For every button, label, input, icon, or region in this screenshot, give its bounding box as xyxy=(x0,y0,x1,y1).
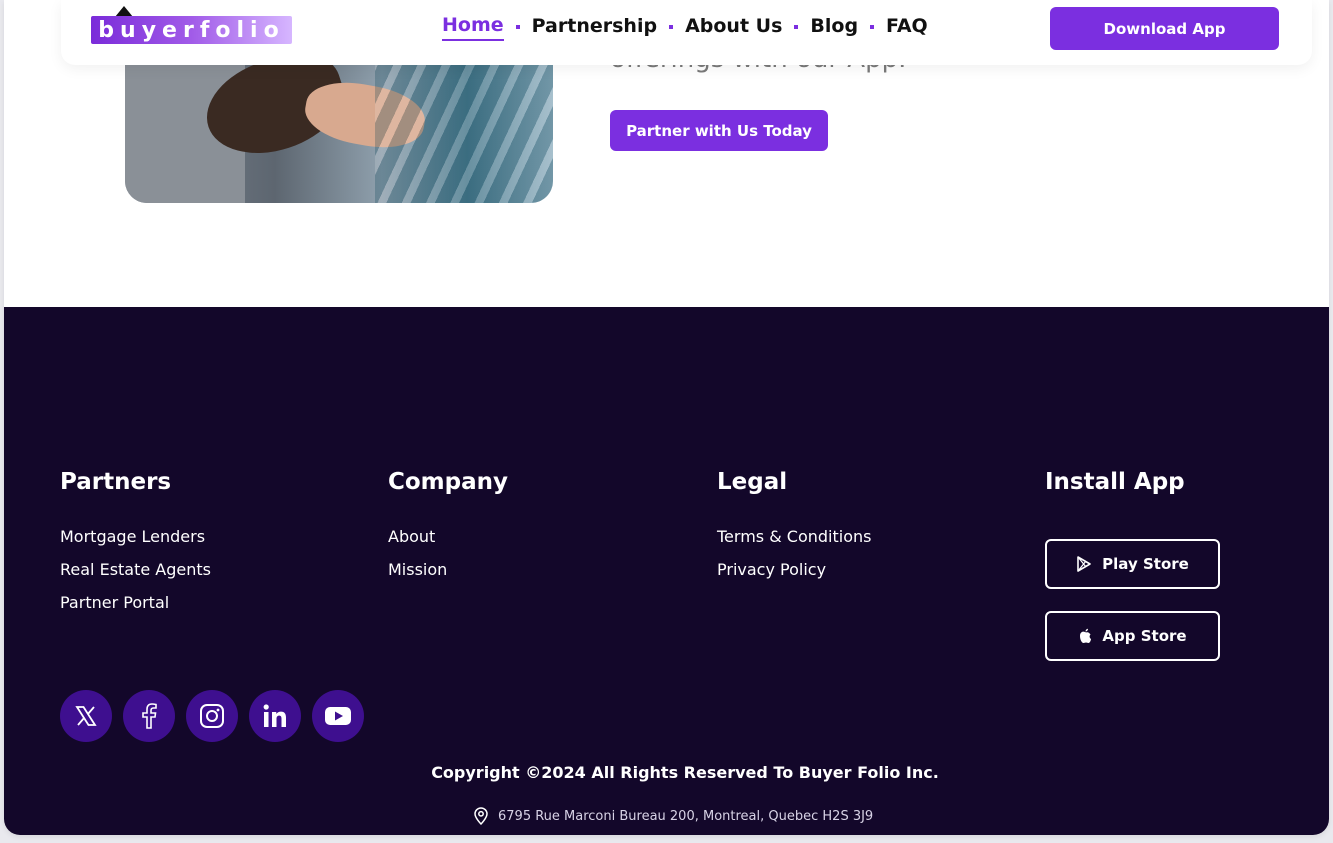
nav-partnership[interactable]: Partnership xyxy=(532,15,657,40)
linkedin-link[interactable] xyxy=(249,690,301,742)
instagram-link[interactable] xyxy=(186,690,238,742)
app-store-label: App Store xyxy=(1102,627,1187,645)
x-twitter-link[interactable] xyxy=(60,690,112,742)
x-icon xyxy=(75,706,97,726)
footer-heading: Partners xyxy=(60,469,172,495)
footer-link-partner-portal[interactable]: Partner Portal xyxy=(60,593,211,612)
download-app-button[interactable]: Download App xyxy=(1050,7,1279,50)
copyright-text: Copyright ©2024 All Rights Reserved To B… xyxy=(431,763,939,782)
nav-separator xyxy=(515,25,520,29)
footer-link-real-estate-agents[interactable]: Real Estate Agents xyxy=(60,560,211,579)
play-store-label: Play Store xyxy=(1102,555,1189,573)
play-store-button[interactable]: Play Store xyxy=(1045,539,1220,589)
footer-heading: Install App xyxy=(1045,469,1185,495)
nav-about-us[interactable]: About Us xyxy=(685,15,782,40)
main-nav: Home Partnership About Us Blog FAQ xyxy=(442,12,928,42)
partner-cta-button[interactable]: Partner with Us Today xyxy=(610,110,828,151)
nav-separator xyxy=(669,25,674,29)
apple-icon xyxy=(1080,628,1092,643)
footer-link-terms[interactable]: Terms & Conditions xyxy=(717,527,871,546)
social-links xyxy=(60,690,375,742)
location-pin-icon xyxy=(474,807,488,825)
logo[interactable]: buyerfolio xyxy=(91,16,292,44)
youtube-link[interactable] xyxy=(312,690,364,742)
nav-home[interactable]: Home xyxy=(442,14,504,41)
nav-separator xyxy=(794,25,799,29)
site-footer: Partners Mortgage Lenders Real Estate Ag… xyxy=(4,307,1329,835)
footer-link-about[interactable]: About xyxy=(388,527,508,546)
footer-link-mortgage-lenders[interactable]: Mortgage Lenders xyxy=(60,527,211,546)
app-store-button[interactable]: App Store xyxy=(1045,611,1220,661)
facebook-link[interactable] xyxy=(123,690,175,742)
address: 6795 Rue Marconi Bureau 200, Montreal, Q… xyxy=(474,807,873,825)
site-header: buyerfolio Home Partnership About Us Blo… xyxy=(61,0,1312,65)
linkedin-icon xyxy=(263,704,286,727)
footer-col-legal: Legal Terms & Conditions Privacy Policy xyxy=(717,469,871,593)
nav-faq[interactable]: FAQ xyxy=(886,15,928,40)
footer-heading: Company xyxy=(388,469,508,495)
footer-col-company: Company About Mission xyxy=(388,469,508,593)
footer-heading: Legal xyxy=(717,469,788,495)
facebook-icon xyxy=(142,703,157,729)
footer-col-install: Install App Play Store App Store xyxy=(1045,469,1220,683)
youtube-icon xyxy=(325,707,351,725)
footer-link-privacy[interactable]: Privacy Policy xyxy=(717,560,871,579)
nav-separator xyxy=(870,25,875,29)
instagram-icon xyxy=(200,704,224,728)
page-frame: offerings with our App. Partner with Us … xyxy=(4,0,1329,835)
play-store-icon xyxy=(1077,556,1091,572)
footer-col-partners: Partners Mortgage Lenders Real Estate Ag… xyxy=(60,469,211,626)
nav-blog[interactable]: Blog xyxy=(810,15,858,40)
footer-link-mission[interactable]: Mission xyxy=(388,560,508,579)
address-text: 6795 Rue Marconi Bureau 200, Montreal, Q… xyxy=(498,808,874,824)
